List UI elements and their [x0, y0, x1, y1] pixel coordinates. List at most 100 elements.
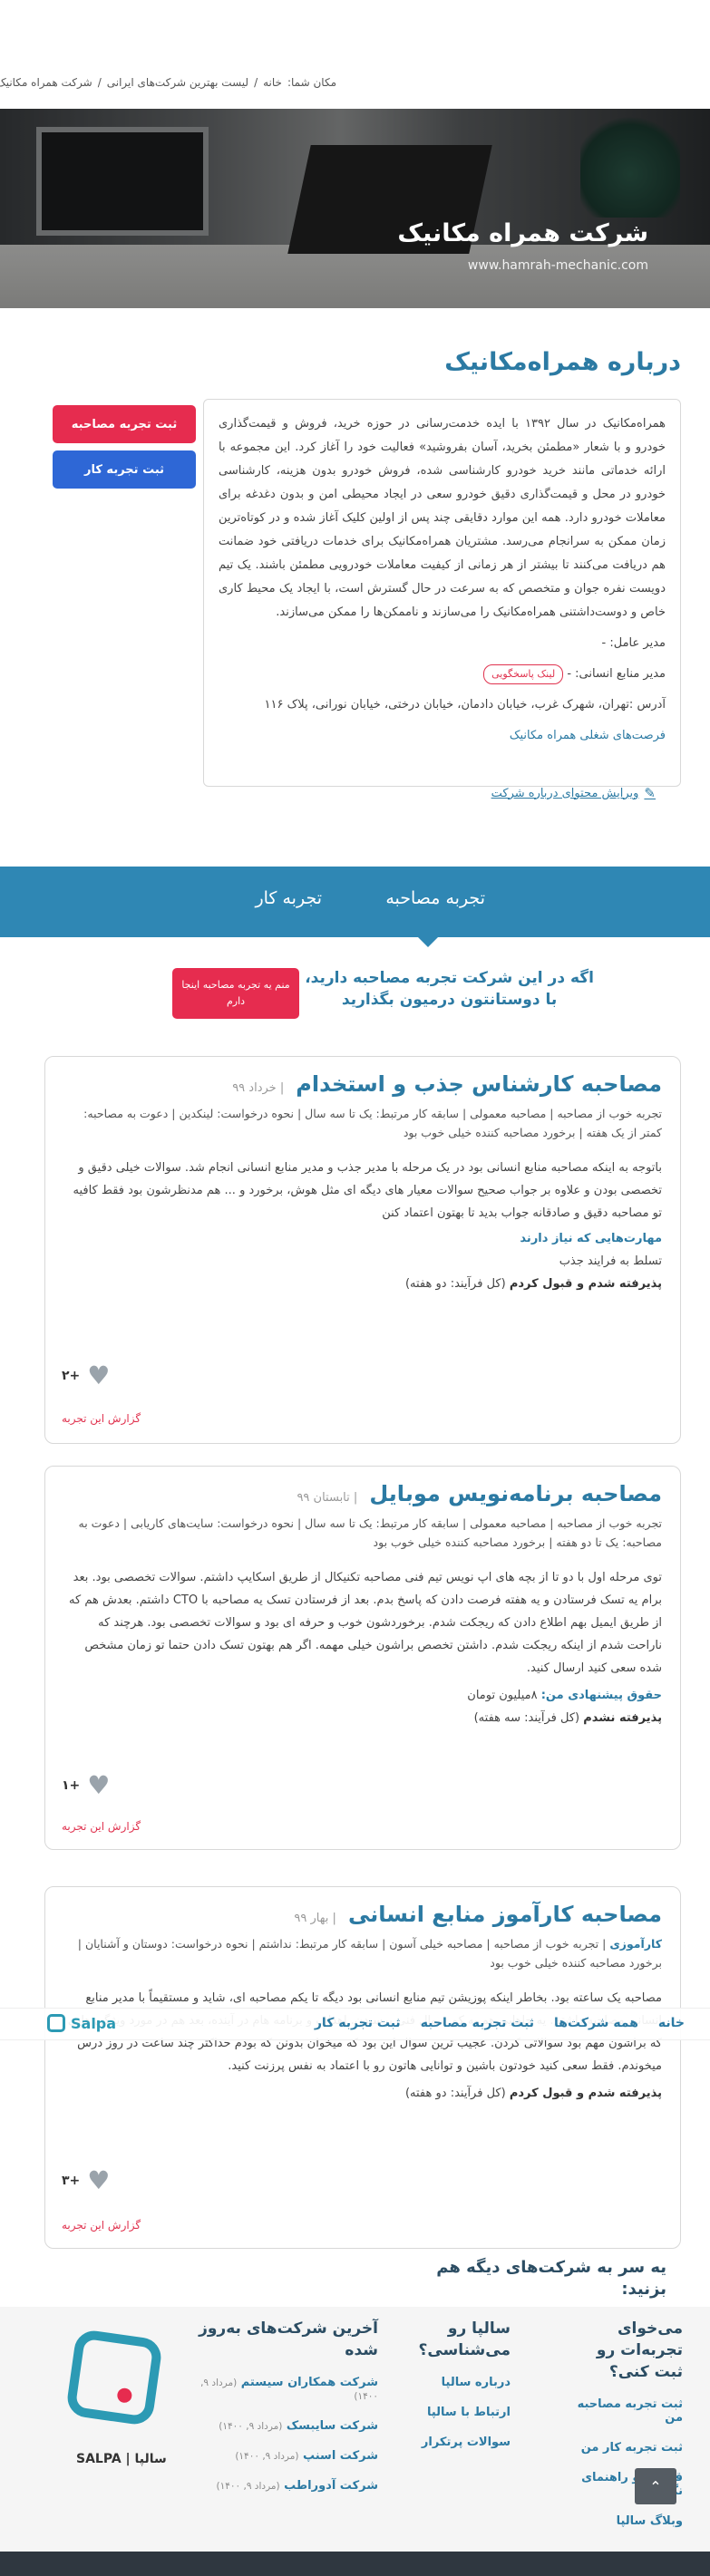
footer-brand: SALPA | سالپا: [76, 2452, 167, 2466]
chevron-up-icon: ⌃: [649, 2477, 662, 2495]
like-count: +۲: [62, 1369, 81, 1383]
footer-link[interactable]: سوالات پرتکرار: [384, 2436, 511, 2449]
skills-value: تسلط به فرایند جذب: [559, 1254, 662, 1268]
about-title: درباره همراه‌مکانیک: [444, 348, 681, 376]
experience-tabs: تجربه مصاحبه تجربه کار: [0, 867, 710, 947]
floating-navbar: خانه همه شرکت‌ها ثبت تجربه مصاحبه ثبت تج…: [0, 2008, 710, 2040]
heart-icon[interactable]: ♥: [87, 2168, 110, 2193]
footer-col-submit: می‌خوای تجربه‌ات رو ثبت کنی؟ ثبت تجربه م…: [565, 2318, 683, 2544]
review-title[interactable]: مصاحبه کارشناس جذب و استخدام: [296, 1071, 662, 1097]
company-hero: شرکت همراه مکانیک www.hamrah-mechanic.co…: [0, 109, 710, 308]
result-duration: (کل فرآیند: دو هفته): [404, 1277, 506, 1291]
scroll-to-top-button[interactable]: ⌃: [635, 2468, 676, 2504]
latest-company-date: (مرداد ۹, ۱۴۰۰): [219, 2421, 283, 2432]
bottom-bar: [0, 2552, 710, 2576]
active-tab-caret: [418, 937, 438, 947]
edit-about-label: ویرایش محتوای درباره شرکت: [491, 786, 639, 800]
report-link[interactable]: گزارش این تجربه: [62, 2219, 141, 2232]
latest-company[interactable]: شرکت سایبسک (مرداد ۹, ۱۴۰۰): [197, 2419, 378, 2433]
result-status: پذیرفته شدم و قبول کردم: [509, 2087, 662, 2100]
review-card: مصاحبه برنامه‌نویس موبایل | تابستان ۹۹ ت…: [44, 1466, 681, 1850]
review-title[interactable]: مصاحبه برنامه‌نویس موبایل: [369, 1481, 662, 1506]
latest-company-name[interactable]: شرکت آدوراطب: [284, 2479, 378, 2493]
latest-company-name[interactable]: شرکت سایبسک: [287, 2419, 378, 2433]
footer-col-title: سالپا رو می‌شناسی؟: [418, 2319, 511, 2359]
salpa-logo[interactable]: Salpa: [47, 2014, 116, 2032]
latest-company-name[interactable]: شرکت همکاران سیستم: [241, 2376, 378, 2389]
like-control[interactable]: ♥ +۲: [62, 1363, 110, 1389]
hr-label: مدیر منابع انسانی: -: [567, 667, 666, 681]
footer-col-about: سالپا رو می‌شناسی؟ درباره سالپا ارتباط ب…: [384, 2318, 511, 2465]
review-date: | تابستان ۹۹: [297, 1491, 358, 1505]
latest-company[interactable]: شرکت آدوراطب (مرداد ۹, ۱۴۰۰): [197, 2479, 378, 2493]
like-count: +۱: [62, 1778, 81, 1793]
like-control[interactable]: ♥ +۱: [62, 1773, 110, 1798]
internship-badge: کارآموزی: [609, 1937, 662, 1951]
hr-line: مدیر منابع انسانی: - لینک پاسخگویی: [219, 663, 666, 686]
review-meta: تجربه خوب از مصاحبه | مصاحبه معمولی | سا…: [78, 1516, 662, 1549]
footer-link[interactable]: ارتباط با سالپا: [384, 2406, 511, 2419]
footer-link[interactable]: درباره سالپا: [384, 2376, 511, 2389]
footer-logo-icon: [64, 2328, 164, 2427]
breadcrumb-list[interactable]: لیست بهترین شرکت‌های ایرانی: [107, 76, 248, 89]
like-control[interactable]: ♥ +۳: [62, 2168, 110, 2193]
review-header: مصاحبه برنامه‌نویس موبایل | تابستان ۹۹: [63, 1481, 662, 1506]
nav-submit-interview[interactable]: ثبت تجربه مصاحبه: [421, 2016, 534, 2030]
edit-about-link[interactable]: ✎ ویرایش محتوای درباره شرکت: [491, 785, 656, 801]
salpa-logo-text: Salpa: [71, 2014, 117, 2032]
pencil-icon: ✎: [644, 785, 656, 801]
promo-line-1: اگه در این شرکت تجربه مصاحبه دارید،: [305, 969, 594, 987]
promo-text: اگه در این شرکت تجربه مصاحبه دارید، با د…: [305, 967, 594, 1011]
footer-link[interactable]: ثبت تجربه کار من: [565, 2441, 683, 2455]
footer-link[interactable]: وبلاگ سالپا: [565, 2514, 683, 2528]
heart-icon[interactable]: ♥: [87, 1773, 110, 1798]
breadcrumb-separator: /: [254, 76, 258, 89]
nav-home[interactable]: خانه: [658, 2016, 685, 2030]
breadcrumb: مکان شما: خانه / لیست بهترین شرکت‌های ای…: [0, 73, 710, 92]
review-date: | خرداد ۹۹: [232, 1081, 285, 1095]
floating-nav-links: خانه همه شرکت‌ها ثبت تجربه مصاحبه ثبت تج…: [315, 2016, 685, 2030]
result-duration: (کل فرآیند: سه هفته): [473, 1711, 580, 1725]
result-duration: (کل فرآیند: دو هفته): [404, 2087, 506, 2100]
review-card: مصاحبه کارشناس جذب و استخدام | خرداد ۹۹ …: [44, 1056, 681, 1444]
footer-link[interactable]: ثبت تجربه مصاحبه من: [565, 2397, 683, 2425]
review-result: پذیرفته شدم و قبول کردم (کل فرآیند: دو ه…: [63, 2087, 662, 2100]
review-header: مصاحبه کارشناس جذب و استخدام | خرداد ۹۹: [63, 1071, 662, 1097]
about-description: همراه‌مکانیک در سال ۱۳۹۲ با ایده خدمت‌رس…: [219, 417, 666, 619]
share-promo: اگه در این شرکت تجربه مصاحبه دارید، با د…: [0, 965, 710, 1020]
breadcrumb-current: شرکت همراه مکانیک: [0, 76, 92, 89]
company-title: شرکت همراه مکانیک: [397, 219, 648, 247]
latest-company-name[interactable]: شرکت اسنپ: [303, 2449, 378, 2463]
tab-work[interactable]: تجربه کار: [255, 888, 322, 908]
company-website[interactable]: www.hamrah-mechanic.com: [468, 258, 648, 273]
hr-contact-tag[interactable]: لینک پاسخگویی: [483, 664, 564, 684]
breadcrumb-separator: /: [97, 76, 102, 89]
review-date: | بهار ۹۹: [294, 1912, 336, 1925]
submit-work-button[interactable]: ثبت تجربه کار: [53, 450, 196, 489]
footer-logo-dot: [116, 2387, 133, 2404]
latest-company[interactable]: شرکت همکاران سیستم (مرداد ۹, ۱۴۰۰): [197, 2376, 378, 2403]
ceo-line: مدیر عامل: -: [601, 636, 666, 650]
nav-all-companies[interactable]: همه شرکت‌ها: [554, 2016, 638, 2030]
salpa-logo-icon: [47, 2014, 65, 2032]
submit-interview-button[interactable]: ثبت تجربه مصاحبه: [53, 405, 196, 443]
review-title[interactable]: مصاحبه کارآموز منابع انسانی: [348, 1902, 662, 1927]
result-status: پذیرفته نشدم: [583, 1711, 662, 1725]
address-line: آدرس :تهران، شهرک غرب، خیابان دادمان، خی…: [264, 698, 666, 712]
nav-submit-work[interactable]: ثبت تجربه کار: [315, 2016, 401, 2030]
report-link[interactable]: گزارش این تجربه: [62, 1820, 141, 1833]
breadcrumb-prefix: مکان شما:: [287, 76, 336, 89]
latest-company[interactable]: شرکت اسنپ (مرداد ۹, ۱۴۰۰): [197, 2449, 378, 2463]
heart-icon[interactable]: ♥: [87, 1363, 110, 1389]
review-meta-rest: | تجربه خوب از مصاحبه | مصاحبه خیلی آسون…: [77, 1937, 662, 1970]
review-meta: تجربه خوب از مصاحبه | مصاحبه معمولی | سا…: [83, 1107, 662, 1139]
salary-line: حقوق پیشنهادی من: ۸میلیون تومان: [63, 1689, 662, 1702]
report-link[interactable]: گزارش این تجربه: [62, 1412, 141, 1425]
latest-company-date: (مرداد ۹, ۱۴۰۰): [216, 2481, 280, 2492]
add-my-interview-button[interactable]: منم یه تجربه مصاحبه اینجا دارم: [172, 968, 299, 1019]
salary-label: حقوق پیشنهادی من:: [540, 1689, 662, 1702]
result-status: پذیرفته شدم و قبول کردم: [509, 1277, 662, 1291]
tab-interview[interactable]: تجربه مصاحبه: [385, 888, 485, 908]
jobs-link[interactable]: فرصت‌های شغلی همراه مکانیک: [219, 724, 666, 748]
breadcrumb-home[interactable]: خانه: [263, 76, 282, 89]
